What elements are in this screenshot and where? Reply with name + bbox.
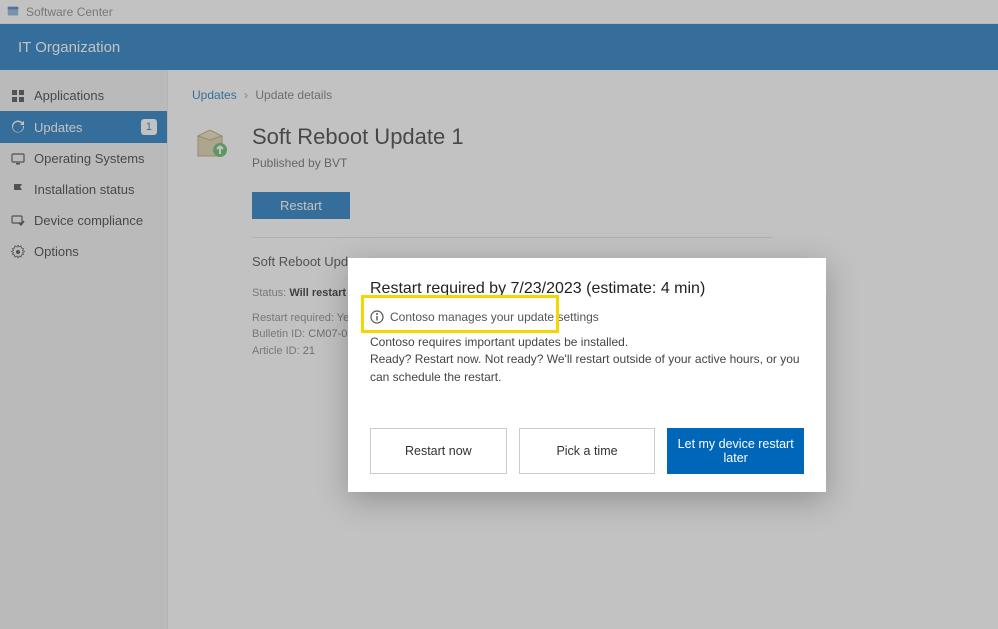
restart-later-button[interactable]: Let my device restart later [667, 428, 804, 474]
dialog-body: Contoso requires important updates be in… [370, 334, 804, 386]
dialog-body-line1: Contoso requires important updates be in… [370, 334, 804, 351]
restart-dialog: Restart required by 7/23/2023 (estimate:… [348, 258, 826, 492]
dialog-title: Restart required by 7/23/2023 (estimate:… [370, 280, 804, 298]
dialog-actions: Restart now Pick a time Let my device re… [370, 428, 804, 474]
restart-now-button[interactable]: Restart now [370, 428, 507, 474]
dialog-body-line2: Ready? Restart now. Not ready? We'll res… [370, 351, 804, 386]
dialog-hint: Contoso manages your update settings [390, 310, 599, 324]
dialog-hint-row: Contoso manages your update settings [370, 310, 804, 324]
info-icon [370, 310, 384, 324]
pick-time-button[interactable]: Pick a time [519, 428, 656, 474]
